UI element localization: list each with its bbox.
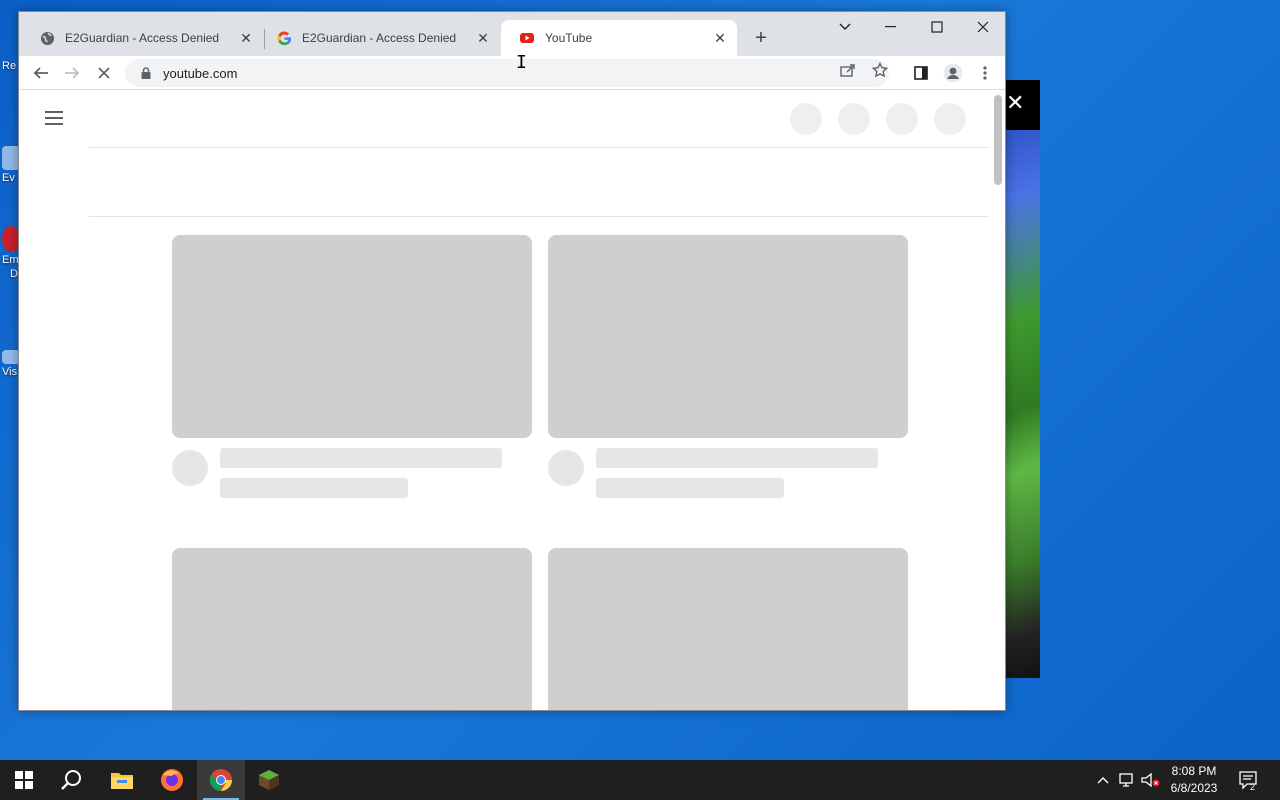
channel-avatar-placeholder	[172, 450, 208, 486]
chrome-window: E2Guardian - Access Denied ✕ E2Guardian …	[18, 11, 1006, 711]
tab-strip: E2Guardian - Access Denied ✕ E2Guardian …	[19, 12, 1005, 56]
globe-icon	[39, 30, 55, 46]
start-button[interactable]	[0, 760, 48, 800]
scrollbar[interactable]	[991, 91, 1005, 710]
divider	[89, 147, 989, 148]
tab-search-icon[interactable]	[822, 12, 868, 42]
meta-placeholder	[596, 478, 784, 498]
search-button[interactable]	[48, 760, 96, 800]
divider	[89, 216, 989, 217]
title-placeholder	[596, 448, 878, 468]
background-game-window[interactable]: ✕	[1004, 80, 1040, 678]
header-placeholder	[886, 103, 918, 135]
tab-e2guardian-1[interactable]: E2Guardian - Access Denied ✕	[21, 20, 263, 56]
bookmark-star-icon[interactable]	[871, 61, 889, 79]
maximize-button[interactable]	[914, 12, 960, 42]
video-thumbnail-placeholder	[172, 235, 532, 438]
show-hidden-icons-chevron[interactable]	[1094, 760, 1112, 800]
close-window-button[interactable]	[960, 12, 1005, 42]
video-thumbnail-placeholder	[548, 548, 908, 710]
taskbar: 8:08 PM 6/8/2023 2	[0, 760, 1280, 800]
address-text: youtube.com	[163, 65, 238, 81]
new-tab-button[interactable]: +	[749, 26, 773, 50]
video-thumbnail-placeholder	[548, 235, 908, 438]
toolbar: youtube.com	[19, 56, 1005, 90]
hamburger-menu-icon[interactable]	[45, 111, 63, 125]
channel-avatar-placeholder	[548, 450, 584, 486]
close-icon[interactable]: ✕	[1006, 90, 1024, 116]
minimize-button[interactable]	[868, 12, 914, 42]
google-icon	[276, 30, 292, 46]
clock-date: 6/8/2023	[1170, 781, 1218, 795]
header-placeholder	[838, 103, 870, 135]
title-placeholder	[220, 448, 502, 468]
action-center-button[interactable]: 2	[1236, 760, 1262, 800]
tab-title: E2Guardian - Access Denied	[302, 31, 457, 45]
tab-title: E2Guardian - Access Denied	[65, 31, 220, 45]
back-icon[interactable]	[29, 61, 53, 85]
tab-youtube[interactable]: YouTube ✕	[501, 20, 737, 56]
profile-icon[interactable]	[941, 61, 965, 85]
close-tab-icon[interactable]: ✕	[237, 29, 255, 47]
file-explorer-button[interactable]	[98, 760, 146, 800]
header-placeholder	[790, 103, 822, 135]
close-tab-icon[interactable]: ✕	[711, 29, 729, 47]
search-icon	[61, 770, 81, 790]
forward-icon[interactable]	[60, 61, 84, 85]
menu-kebab-icon[interactable]	[973, 61, 997, 85]
chrome-icon	[210, 769, 232, 791]
youtube-icon	[519, 30, 535, 46]
system-clock[interactable]: 8:08 PM 6/8/2023	[1160, 763, 1228, 797]
header-placeholder	[934, 103, 966, 135]
video-thumbnail-placeholder	[172, 548, 532, 710]
text-cursor-icon: I	[516, 52, 527, 73]
notification-icon	[1239, 771, 1257, 790]
close-tab-icon[interactable]: ✕	[474, 29, 492, 47]
address-bar[interactable]: youtube.com	[125, 59, 889, 87]
chrome-button[interactable]	[197, 760, 245, 800]
tab-e2guardian-2[interactable]: E2Guardian - Access Denied ✕	[258, 20, 500, 56]
youtube-page	[19, 91, 1005, 710]
notification-count: 2	[1250, 782, 1256, 792]
stop-loading-icon[interactable]	[92, 61, 116, 85]
lock-icon	[141, 67, 151, 79]
firefox-icon	[161, 769, 183, 791]
minecraft-icon	[259, 770, 279, 790]
meta-placeholder	[220, 478, 408, 498]
file-explorer-icon	[111, 773, 133, 789]
side-panel-icon[interactable]	[909, 61, 933, 85]
firefox-button[interactable]	[148, 760, 196, 800]
share-icon[interactable]	[839, 61, 857, 79]
windows-logo-icon	[15, 771, 33, 789]
minecraft-button[interactable]	[245, 760, 293, 800]
volume-muted-icon[interactable]	[1140, 760, 1162, 800]
tab-title: YouTube	[545, 31, 593, 45]
network-icon[interactable]	[1116, 760, 1138, 800]
scrollbar-thumb[interactable]	[994, 95, 1002, 185]
clock-time: 8:08 PM	[1171, 764, 1217, 778]
